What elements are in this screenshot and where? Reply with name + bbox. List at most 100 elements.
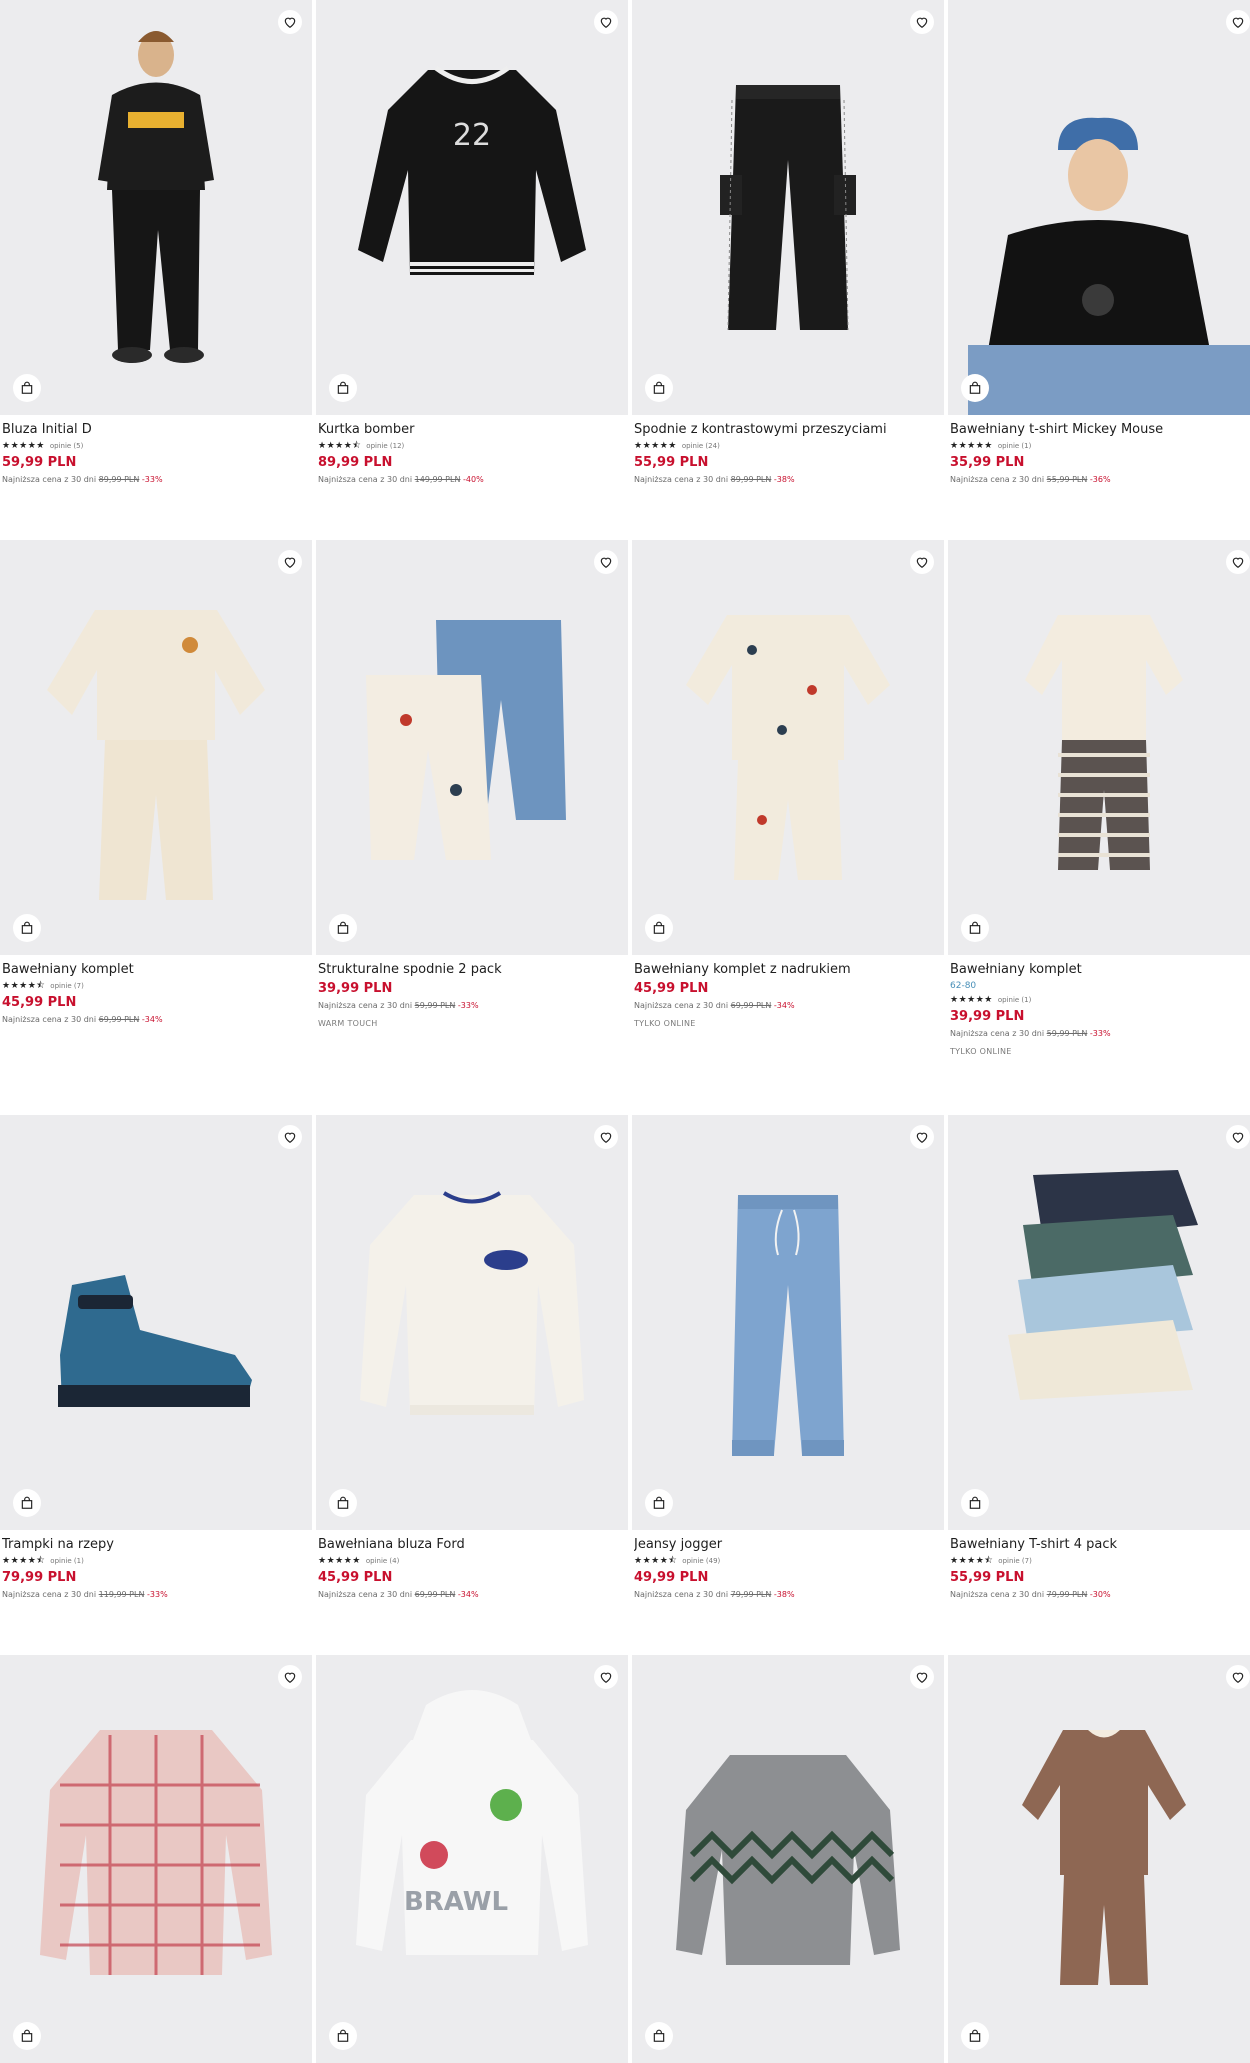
add-to-bag-icon[interactable] <box>961 2022 989 2050</box>
add-to-bag-icon[interactable] <box>961 1489 989 1517</box>
product-name[interactable]: Trampki na rzepy <box>2 1536 310 1554</box>
product-image[interactable] <box>0 1655 312 2063</box>
discount-badge: -30% <box>1089 1590 1111 1599</box>
product-photo-boy-hoodie <box>98 31 214 363</box>
rating-stars: ★★★★★ <box>950 441 993 451</box>
add-to-bag-icon[interactable] <box>13 1489 41 1517</box>
lowest-price-label: Najniższa cena z 30 dni <box>318 475 413 484</box>
review-count[interactable]: opinie (1) <box>998 442 1032 450</box>
lowest-price-note: Najniższa cena z 30 dni 55,99 PLN -36% <box>950 473 1250 487</box>
add-to-bag-icon[interactable] <box>645 374 673 402</box>
add-to-bag-icon[interactable] <box>961 374 989 402</box>
product-image[interactable] <box>316 1115 628 1530</box>
product-image[interactable] <box>948 1655 1250 2063</box>
product-tag: TYLKO ONLINE <box>634 1019 696 1028</box>
rating-stars: ★★★★⯪ <box>318 441 362 451</box>
product-name[interactable]: Bawełniana bluza Ford <box>318 1536 626 1554</box>
favorite-heart-icon[interactable] <box>910 1665 934 1689</box>
add-to-bag-icon[interactable] <box>645 1489 673 1517</box>
product-image[interactable]: BRAWL <box>316 1655 628 2063</box>
review-count[interactable]: opinie (7) <box>998 1557 1032 1565</box>
add-to-bag-icon[interactable] <box>961 914 989 942</box>
product-info: Bluza Initial D ★★★★★ opinie (5) 59,99 PL… <box>2 421 310 487</box>
favorite-heart-icon[interactable] <box>594 1125 618 1149</box>
rating-stars: ★★★★★ <box>950 995 993 1005</box>
review-count[interactable]: opinie (49) <box>682 1557 720 1565</box>
favorite-heart-icon[interactable] <box>1226 1665 1250 1689</box>
add-to-bag-icon[interactable] <box>329 914 357 942</box>
favorite-heart-icon[interactable] <box>594 550 618 574</box>
product-name[interactable]: Jeansy jogger <box>634 1536 942 1554</box>
product-name[interactable]: Bluza Initial D <box>2 421 310 439</box>
favorite-heart-icon[interactable] <box>1226 550 1250 574</box>
favorite-heart-icon[interactable] <box>1226 10 1250 34</box>
favorite-heart-icon[interactable] <box>278 10 302 34</box>
product-image[interactable] <box>632 1655 944 2063</box>
favorite-heart-icon[interactable] <box>278 1125 302 1149</box>
product-name[interactable]: Bawełniany komplet <box>950 961 1250 979</box>
lowest-price-label: Najniższa cena z 30 dni <box>950 475 1045 484</box>
product-image[interactable] <box>0 1115 312 1530</box>
product-image[interactable] <box>0 0 312 415</box>
review-count[interactable]: opinie (24) <box>682 442 720 450</box>
product-image[interactable] <box>316 540 628 955</box>
review-count[interactable]: opinie (1) <box>50 1557 84 1565</box>
product-image[interactable] <box>948 0 1250 415</box>
old-price: 69,99 PLN <box>414 1590 456 1599</box>
lowest-price-label: Najniższa cena z 30 dni <box>2 1015 97 1024</box>
lowest-price-note: Najniższa cena z 30 dni 69,99 PLN -34% <box>634 999 942 1013</box>
favorite-heart-icon[interactable] <box>910 10 934 34</box>
product-name[interactable]: Bawełniany komplet z nadrukiem <box>634 961 942 979</box>
product-name[interactable]: Bawełniany t-shirt Mickey Mouse <box>950 421 1250 439</box>
add-to-bag-icon[interactable] <box>13 914 41 942</box>
review-count[interactable]: opinie (1) <box>998 996 1032 1004</box>
product-image[interactable] <box>0 540 312 955</box>
favorite-heart-icon[interactable] <box>910 1125 934 1149</box>
product-photo-bomber-jacket: 22 <box>358 65 586 275</box>
product-price: 55,99 PLN <box>634 455 709 470</box>
add-to-bag-icon[interactable] <box>329 2022 357 2050</box>
add-to-bag-icon[interactable] <box>13 2022 41 2050</box>
discount-badge: -36% <box>1089 475 1111 484</box>
product-name[interactable]: Bawełniany T-shirt 4 pack <box>950 1536 1250 1554</box>
lowest-price-note: Najniższa cena z 30 dni 79,99 PLN -30% <box>950 1588 1250 1602</box>
product-info: Strukturalne spodnie 2 pack 39,99 PLN Na… <box>318 961 626 1031</box>
product-name[interactable]: Kurtka bomber <box>318 421 626 439</box>
product-name[interactable]: Bawełniany komplet <box>2 961 310 979</box>
add-to-bag-icon[interactable] <box>329 1489 357 1517</box>
product-image[interactable] <box>632 540 944 955</box>
product-info: Bawełniana bluza Ford ★★★★★ opinie (4) 45… <box>318 1536 626 1602</box>
favorite-heart-icon[interactable] <box>278 1665 302 1689</box>
product-name[interactable]: Spodnie z kontrastowymi przeszyciami <box>634 421 942 439</box>
old-price: 119,99 PLN <box>98 1590 145 1599</box>
lowest-price-label: Najniższa cena z 30 dni <box>2 475 97 484</box>
product-info: Bawełniany komplet ★★★★⯪ opinie (7) 45,99… <box>2 961 310 1027</box>
product-image[interactable] <box>632 1115 944 1530</box>
favorite-heart-icon[interactable] <box>594 10 618 34</box>
favorite-heart-icon[interactable] <box>594 1665 618 1689</box>
add-to-bag-icon[interactable] <box>329 374 357 402</box>
product-image[interactable] <box>948 1115 1250 1530</box>
lowest-price-note: Najniższa cena z 30 dni 119,99 PLN -33% <box>2 1588 310 1602</box>
product-image[interactable] <box>632 0 944 415</box>
favorite-heart-icon[interactable] <box>278 550 302 574</box>
favorite-heart-icon[interactable] <box>1226 1125 1250 1149</box>
product-photo-cream-set <box>47 610 265 900</box>
review-count[interactable]: opinie (5) <box>50 442 84 450</box>
add-to-bag-icon[interactable] <box>645 914 673 942</box>
review-count[interactable]: opinie (4) <box>366 1557 400 1565</box>
product-image[interactable] <box>948 540 1250 955</box>
product-photo-ford-sweatshirt <box>360 1191 584 1415</box>
product-info: Trampki na rzepy ★★★★⯪ opinie (1) 79,99 P… <box>2 1536 310 1602</box>
add-to-bag-icon[interactable] <box>645 2022 673 2050</box>
add-to-bag-icon[interactable] <box>13 374 41 402</box>
review-count[interactable]: opinie (12) <box>366 442 404 450</box>
review-count[interactable]: opinie (7) <box>50 982 84 990</box>
lowest-price-label: Najniższa cena z 30 dni <box>318 1590 413 1599</box>
product-rating: ★★★★⯪ opinie (7) <box>950 1554 1250 1568</box>
favorite-heart-icon[interactable] <box>910 550 934 574</box>
rating-stars: ★★★★★ <box>2 441 45 451</box>
product-name[interactable]: Strukturalne spodnie 2 pack <box>318 961 626 979</box>
product-image[interactable]: 22 <box>316 0 628 415</box>
rating-stars: ★★★★⯪ <box>634 1556 678 1566</box>
